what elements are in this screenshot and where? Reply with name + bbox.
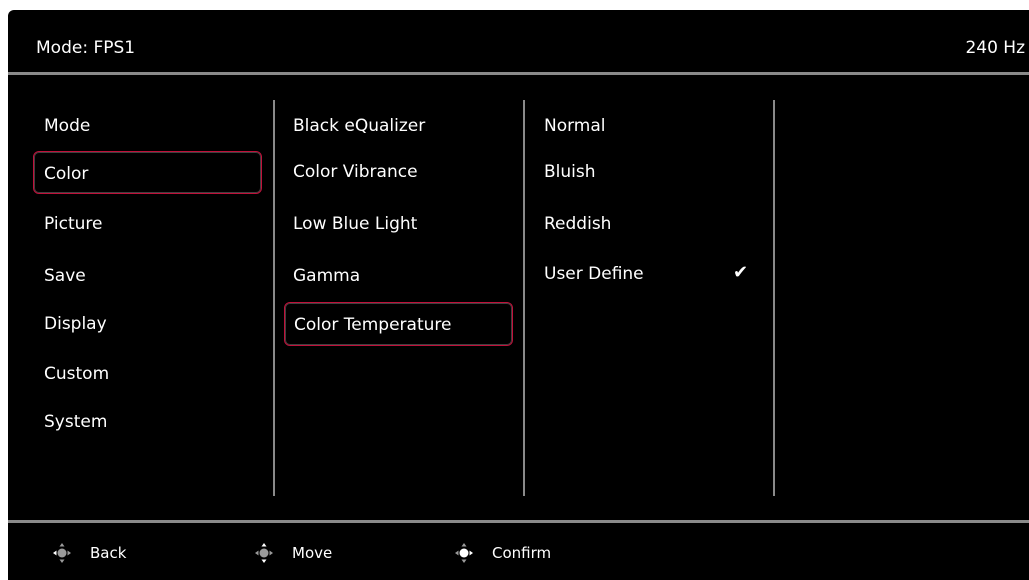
current-mode-label: Mode: FPS1 [36, 38, 136, 58]
osd-header: Mode: FPS1 240 Hz [8, 10, 1029, 72]
joystick-updown-icon [255, 543, 273, 563]
main-menu-item-color[interactable]: Color [33, 151, 262, 194]
submenu-item-low-blue-light[interactable]: Low Blue Light [293, 213, 417, 235]
osd-menu-panel: Mode: FPS1 240 Hz Mode Color Picture Sav… [8, 10, 1029, 580]
confirm-hint-label: Confirm [492, 544, 552, 562]
submenu-item-label: Color Temperature [294, 315, 452, 335]
column-divider [773, 100, 775, 496]
option-item-reddish[interactable]: Reddish [544, 213, 611, 235]
main-menu-item-system[interactable]: System [44, 411, 107, 433]
osd-footer: Back Move Confirm [8, 523, 1029, 580]
refresh-rate-label: 240 Hz [965, 38, 1025, 58]
move-hint: Move [254, 542, 332, 564]
main-menu-item-custom[interactable]: Custom [44, 363, 109, 385]
move-hint-label: Move [292, 544, 333, 562]
column-divider [273, 100, 275, 496]
main-menu-item-display[interactable]: Display [44, 313, 107, 335]
main-menu-item-mode[interactable]: Mode [44, 115, 90, 137]
back-hint: Back [52, 542, 126, 564]
checkmark-icon: ✔ [733, 262, 749, 283]
option-item-normal[interactable]: Normal [544, 115, 606, 137]
main-menu-item-label: Color [44, 164, 89, 184]
back-hint-label: Back [90, 544, 127, 562]
submenu-item-color-temperature[interactable]: Color Temperature [284, 302, 513, 346]
submenu-item-color-vibrance[interactable]: Color Vibrance [293, 161, 418, 183]
main-menu-item-picture[interactable]: Picture [44, 213, 102, 235]
header-divider [8, 72, 1029, 75]
submenu-item-black-equalizer[interactable]: Black eQualizer [293, 115, 425, 137]
option-item-user-define[interactable]: User Define [544, 263, 644, 285]
column-divider [523, 100, 525, 496]
confirm-hint: Confirm [454, 542, 551, 564]
option-item-bluish[interactable]: Bluish [544, 161, 596, 183]
main-menu-item-save[interactable]: Save [44, 265, 86, 287]
submenu-item-gamma[interactable]: Gamma [293, 265, 360, 287]
joystick-left-icon [53, 543, 71, 563]
joystick-press-icon [455, 543, 473, 563]
